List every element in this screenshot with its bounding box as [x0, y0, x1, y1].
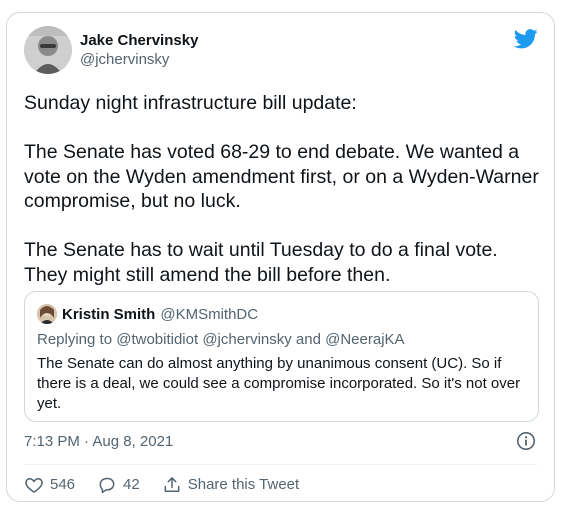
share-upload-icon: [164, 477, 180, 492]
tweet-timestamp[interactable]: 7:13 PM · Aug 8, 2021: [24, 433, 173, 450]
like-button[interactable]: 546: [24, 475, 75, 495]
speech-bubble-icon: [99, 477, 115, 494]
quoted-avatar: [37, 304, 57, 324]
reply-joiner: and: [295, 331, 321, 348]
author-name[interactable]: Jake Chervinsky: [80, 31, 198, 50]
reply-mention[interactable]: @twobitidiot: [116, 331, 198, 348]
tweet-header: Jake Chervinsky @jchervinsky: [24, 25, 198, 75]
share-button[interactable]: Share this Tweet: [162, 475, 299, 495]
info-icon[interactable]: [516, 431, 536, 451]
reply-prefix: Replying to: [37, 331, 113, 348]
reply-mention[interactable]: @NeerajKA: [325, 331, 404, 348]
author-handle[interactable]: @jchervinsky: [80, 50, 198, 69]
tweet-card: Jake Chervinsky @jchervinsky Sunday nigh…: [6, 12, 555, 502]
reply-button[interactable]: 42: [97, 475, 140, 495]
quoted-handle: @KMSmithDC: [160, 305, 259, 323]
like-count: 546: [50, 476, 76, 493]
quoted-name: Kristin Smith: [62, 305, 156, 323]
quoted-replying-to: Replying to @twobitidiot @jchervinsky an…: [37, 330, 526, 349]
author-names: Jake Chervinsky @jchervinsky: [80, 31, 198, 69]
author-avatar[interactable]: [24, 26, 72, 74]
quoted-text: The Senate can do almost anything by una…: [37, 355, 521, 412]
divider: [24, 464, 537, 465]
heart-icon: [25, 478, 43, 493]
share-label: Share this Tweet: [187, 476, 300, 493]
reply-count: 42: [123, 476, 140, 493]
tweet-text: Sunday night infrastructure bill update:…: [24, 92, 539, 286]
quoted-header: Kristin Smith @KMSmithDC: [37, 304, 526, 324]
reply-mention[interactable]: @jchervinsky: [202, 331, 291, 348]
twitter-bird-icon[interactable]: [514, 29, 538, 49]
quoted-tweet[interactable]: Kristin Smith @KMSmithDC Replying to @tw…: [24, 291, 539, 422]
tweet-actions: 546 42 Share this Tweet: [24, 473, 321, 497]
